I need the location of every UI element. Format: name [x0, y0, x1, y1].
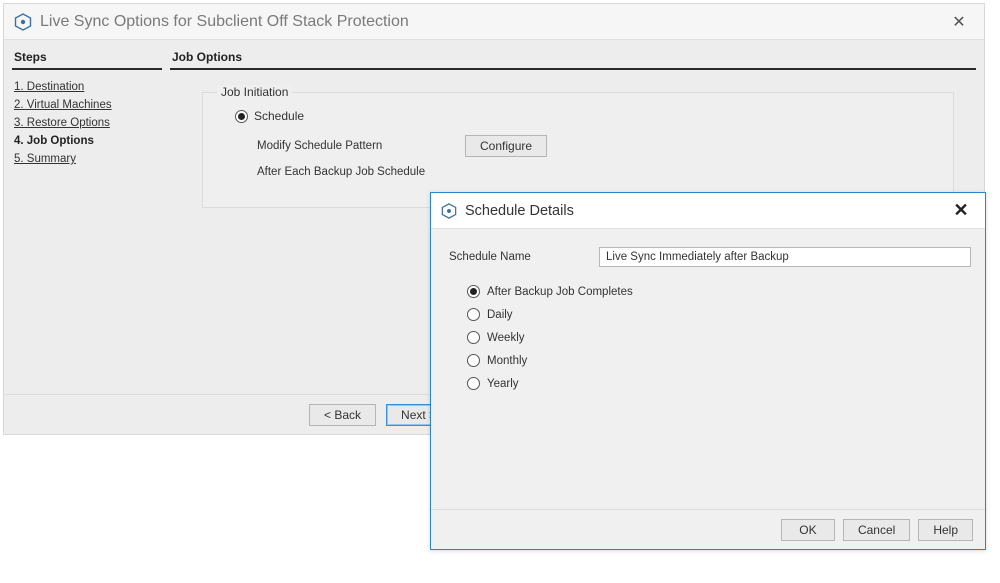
option-weekly[interactable]: Weekly [467, 331, 971, 344]
cancel-button[interactable]: Cancel [843, 519, 910, 541]
titlebar: Live Sync Options for Subclient Off Stac… [4, 4, 984, 40]
group-label: Job Initiation [217, 85, 292, 99]
job-initiation-group: Job Initiation Schedule Modify Schedule … [202, 92, 954, 208]
schedule-radio[interactable] [235, 110, 248, 123]
after-each-label: After Each Backup Job Schedule [257, 166, 447, 178]
schedule-name-label: Schedule Name [449, 251, 589, 263]
frequency-options: After Backup Job Completes Daily Weekly … [467, 285, 971, 390]
step-summary[interactable]: 5. Summary [14, 150, 162, 168]
app-icon [441, 203, 457, 219]
radio-icon[interactable] [467, 285, 480, 298]
schedule-name-row: Schedule Name [449, 247, 971, 267]
configure-button[interactable]: Configure [465, 135, 547, 157]
modal-titlebar: Schedule Details ✕ [431, 193, 985, 229]
close-icon[interactable]: ✕ [944, 7, 974, 37]
close-icon[interactable]: ✕ [947, 197, 975, 225]
modal-footer: OK Cancel Help [431, 509, 985, 549]
step-destination[interactable]: 1. Destination [14, 78, 162, 96]
steps-header: Steps [12, 48, 162, 70]
schedule-name-input[interactable] [599, 247, 971, 267]
ok-button[interactable]: OK [781, 519, 835, 541]
window-title: Live Sync Options for Subclient Off Stac… [40, 13, 944, 31]
radio-icon[interactable] [467, 331, 480, 344]
option-monthly[interactable]: Monthly [467, 354, 971, 367]
help-button[interactable]: Help [918, 519, 973, 541]
modify-pattern-row: Modify Schedule Pattern Configure [257, 133, 939, 159]
option-after-backup[interactable]: After Backup Job Completes [467, 285, 971, 298]
step-job-options[interactable]: 4. Job Options [14, 132, 162, 150]
radio-icon[interactable] [467, 377, 480, 390]
steps-list: 1. Destination 2. Virtual Machines 3. Re… [12, 78, 162, 168]
option-yearly[interactable]: Yearly [467, 377, 971, 390]
after-each-row: After Each Backup Job Schedule [257, 159, 939, 185]
steps-panel: Steps 1. Destination 2. Virtual Machines… [12, 48, 162, 394]
modify-pattern-label: Modify Schedule Pattern [257, 140, 447, 152]
content-header: Job Options [170, 48, 976, 70]
step-virtual-machines[interactable]: 2. Virtual Machines [14, 96, 162, 114]
schedule-radio-row[interactable]: Schedule [235, 109, 939, 123]
modal-body: Schedule Name After Backup Job Completes… [431, 229, 985, 509]
schedule-details-dialog: Schedule Details ✕ Schedule Name After B… [430, 192, 986, 550]
schedule-radio-label: Schedule [254, 109, 304, 123]
radio-icon[interactable] [467, 354, 480, 367]
radio-icon[interactable] [467, 308, 480, 321]
step-restore-options[interactable]: 3. Restore Options [14, 114, 162, 132]
app-icon [14, 13, 32, 31]
option-daily[interactable]: Daily [467, 308, 971, 321]
back-button[interactable]: < Back [309, 404, 376, 426]
modal-title: Schedule Details [465, 203, 947, 219]
